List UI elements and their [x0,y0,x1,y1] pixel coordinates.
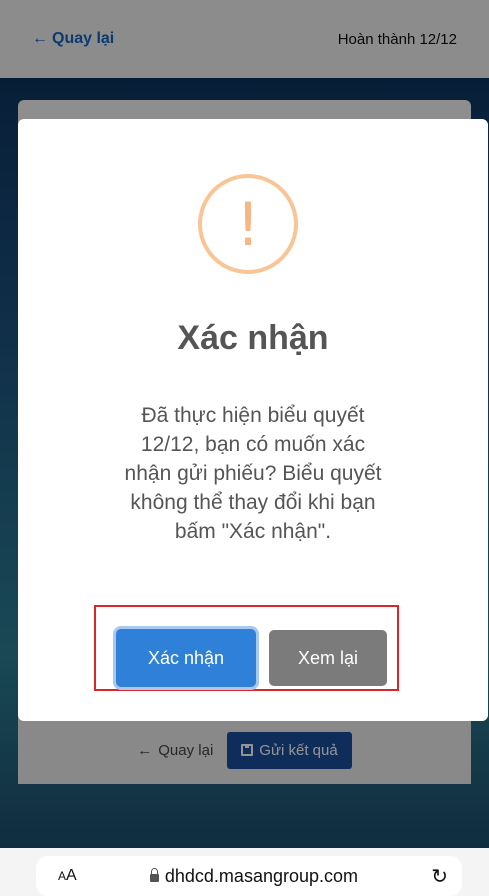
confirm-dialog: ! Xác nhận Đã thực hiện biểu quyết 12/12… [18,119,488,721]
url-display[interactable]: dhdcd.masangroup.com [149,865,359,887]
dialog-title: Xác nhận [177,319,329,357]
confirm-button[interactable]: Xác nhận [116,629,256,687]
url-text: dhdcd.masangroup.com [164,865,359,886]
reload-icon[interactable]: ↻ [431,864,448,889]
warning-icon: ! [198,174,298,274]
url-field[interactable]: AA dhdcd.masangroup.com ↻ [36,856,462,896]
review-button[interactable]: Xem lại [269,630,387,686]
text-size-button[interactable]: AA [58,867,77,885]
lock-icon [149,868,159,882]
dialog-message: Đã thực hiện biểu quyết 12/12, bạn có mu… [124,404,382,543]
exclamation-icon: ! [235,190,261,260]
browser-address-bar: AA dhdcd.masangroup.com ↻ [0,848,489,896]
